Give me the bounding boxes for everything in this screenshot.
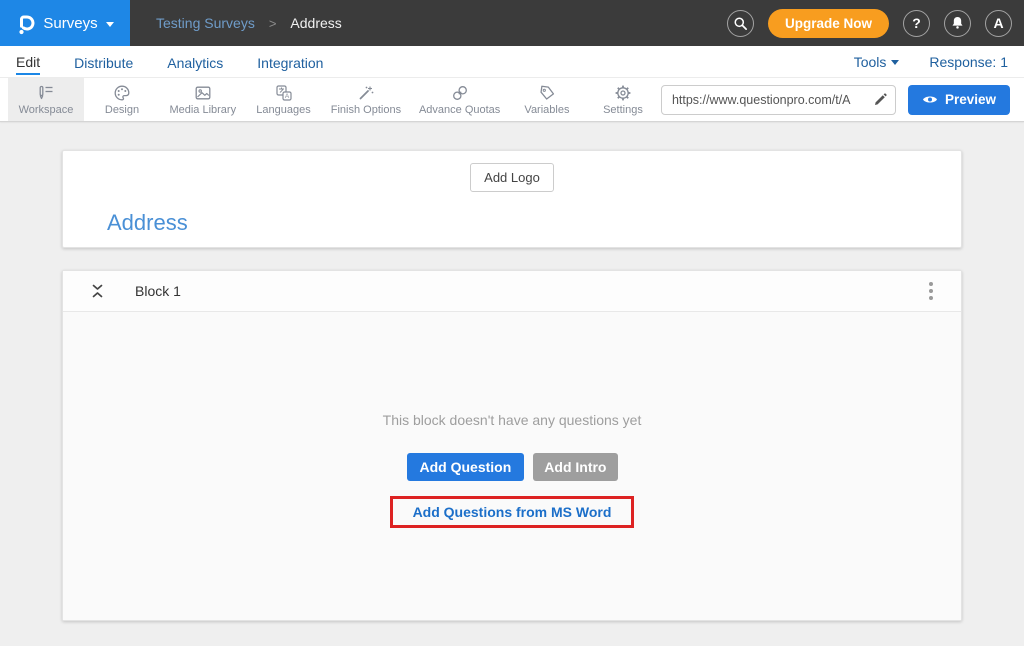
top-bar: Surveys Testing Surveys > Address Upgrad… (0, 0, 1024, 46)
chevron-down-icon (891, 60, 899, 65)
toolbar-label: Settings (603, 104, 643, 116)
block-actions: Add Question Add Intro (407, 453, 618, 481)
tools-menu[interactable]: Tools (854, 54, 900, 70)
toolbar-label: Variables (524, 104, 569, 116)
pencil-icon (873, 93, 887, 107)
breadcrumb-current: Address (290, 15, 341, 31)
preview-button[interactable]: Preview (908, 85, 1010, 115)
response-count[interactable]: Response: 1 (929, 54, 1008, 70)
upgrade-now-button[interactable]: Upgrade Now (768, 9, 889, 38)
product-switcher[interactable]: Surveys (0, 0, 130, 46)
survey-editor-content: Add Logo Address Block 1 This block do (0, 122, 1024, 621)
tools-label: Tools (854, 54, 887, 70)
topbar-actions: Upgrade Now ? A (727, 9, 1024, 38)
kebab-icon (929, 282, 933, 300)
add-intro-button[interactable]: Add Intro (533, 453, 617, 481)
toolbar-label: Media Library (169, 104, 236, 116)
tab-edit[interactable]: Edit (16, 49, 40, 75)
block-title[interactable]: Block 1 (135, 283, 181, 299)
finish-options-icon (357, 84, 375, 102)
help-button[interactable]: ? (903, 10, 930, 37)
help-icon: ? (912, 15, 921, 31)
toolbar-item-languages[interactable]: A Languages (246, 78, 322, 121)
design-icon (113, 84, 131, 102)
toolbar-item-variables[interactable]: Variables (509, 78, 585, 121)
survey-title[interactable]: Address (107, 210, 961, 236)
block-body: This block doesn't have any questions ye… (63, 312, 961, 620)
add-questions-from-ms-word-link[interactable]: Add Questions from MS Word (413, 504, 612, 520)
tab-integration[interactable]: Integration (257, 50, 323, 74)
toolbar-label: Workspace (19, 104, 74, 116)
avatar[interactable]: A (985, 10, 1012, 37)
breadcrumb: Testing Surveys > Address (156, 15, 342, 31)
block-header: Block 1 (63, 271, 961, 312)
tab-distribute[interactable]: Distribute (74, 50, 133, 74)
toolbar-item-advance-quotas[interactable]: Advance Quotas (410, 78, 509, 121)
bell-icon (950, 15, 965, 31)
toolbar-item-workspace[interactable]: Workspace (8, 78, 84, 121)
svg-text:A: A (284, 93, 289, 100)
eye-icon (922, 94, 938, 105)
search-icon (733, 16, 748, 31)
avatar-letter: A (993, 15, 1003, 31)
empty-block-message: This block doesn't have any questions ye… (383, 412, 642, 428)
search-button[interactable] (727, 10, 754, 37)
collapse-icon (91, 284, 104, 298)
toolbar-right: Preview (661, 78, 1024, 121)
toolbar-label: Advance Quotas (419, 104, 500, 116)
toolbar-item-media-library[interactable]: Media Library (160, 78, 246, 121)
questionpro-logo-icon (16, 11, 35, 35)
ms-word-highlight-box: Add Questions from MS Word (390, 496, 635, 528)
chevron-down-icon (106, 22, 114, 27)
toolbar-label: Languages (256, 104, 310, 116)
tab-analytics[interactable]: Analytics (167, 50, 223, 74)
media-library-icon (194, 84, 212, 102)
preview-label: Preview (945, 92, 996, 107)
collapse-block-button[interactable] (89, 282, 106, 300)
toolbar-item-settings[interactable]: Settings (585, 78, 661, 121)
variables-icon (538, 84, 556, 102)
nav-tabs: Edit Distribute Analytics Integration (16, 49, 323, 75)
add-question-button[interactable]: Add Question (407, 453, 525, 481)
product-name: Surveys (43, 15, 97, 32)
survey-url-input[interactable] (662, 86, 871, 114)
block-card: Block 1 This block doesn't have any ques… (62, 270, 962, 621)
edit-url-button[interactable] (871, 93, 895, 107)
toolbar-label: Finish Options (331, 104, 401, 116)
editor-toolbar: Workspace Design Media Library (0, 78, 1024, 122)
block-menu-button[interactable] (923, 278, 939, 304)
workspace-icon (36, 84, 56, 102)
settings-icon (614, 84, 632, 102)
breadcrumb-separator: > (269, 16, 277, 31)
section-nav: Edit Distribute Analytics Integration To… (0, 46, 1024, 78)
toolbar-item-design[interactable]: Design (84, 78, 160, 121)
languages-icon: A (275, 84, 293, 102)
breadcrumb-parent[interactable]: Testing Surveys (156, 15, 255, 31)
survey-header-card: Add Logo Address (62, 150, 962, 248)
nav-right: Tools Response: 1 (854, 54, 1008, 70)
notifications-button[interactable] (944, 10, 971, 37)
advance-quotas-icon (451, 84, 469, 102)
toolbar-label: Design (105, 104, 139, 116)
toolbar-item-finish-options[interactable]: Finish Options (322, 78, 411, 121)
survey-url-field (661, 85, 896, 115)
add-logo-button[interactable]: Add Logo (470, 163, 554, 192)
